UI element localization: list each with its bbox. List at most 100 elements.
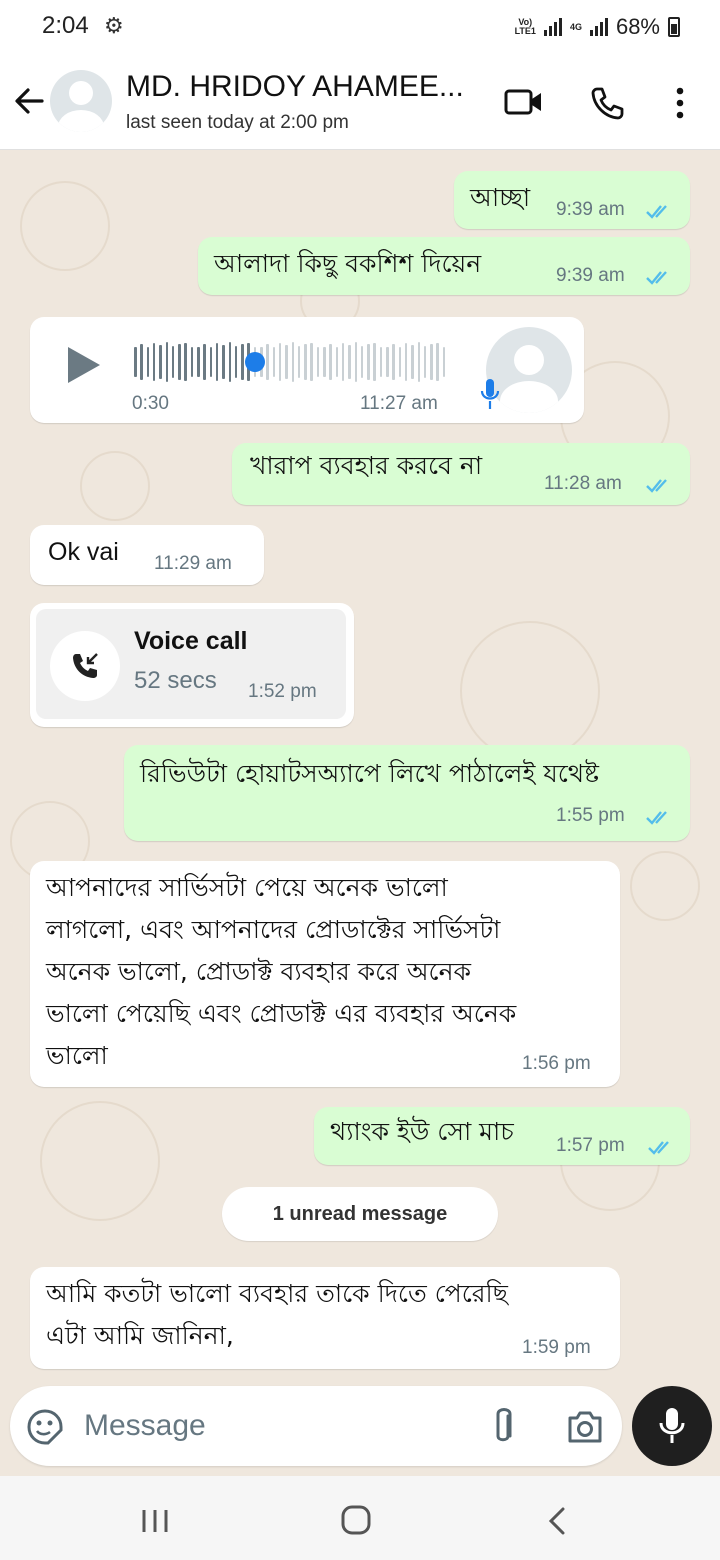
battery-icon — [668, 17, 680, 37]
waveform-bar — [203, 344, 206, 380]
message-time: 11:28 am — [544, 473, 622, 494]
message-bubble-outgoing[interactable]: খারাপ ব্যবহার করবে না 11:28 am — [232, 443, 690, 505]
waveform-bar — [404, 343, 408, 381]
message-line: লাগলো, এবং আপনাদের প্রোডাক্টের সার্ভিসটা — [46, 915, 501, 944]
waveform-bar — [310, 343, 313, 381]
waveform-bar — [354, 342, 358, 382]
waveform-bar — [335, 347, 339, 377]
call-title: Voice call — [134, 627, 248, 655]
chat-header: MD. HRIDOY AHAMEE... last seen today at … — [0, 56, 720, 150]
read-receipt-icon — [646, 205, 667, 219]
message-time: 9:39 am — [556, 265, 625, 286]
read-receipt-icon — [646, 479, 667, 493]
waveform-bar — [373, 343, 376, 381]
message-time: 9:39 am — [556, 199, 625, 220]
message-time: 1:56 pm — [522, 1053, 591, 1074]
waveform-bar — [297, 346, 301, 378]
message-bubble-outgoing[interactable]: থ্যাংক ইউ সো মাচ 1:57 pm — [314, 1107, 690, 1165]
voice-call-bubble[interactable]: Voice call 52 secs 1:52 pm — [30, 603, 354, 727]
volte-indicator: Vo) LTE1 — [515, 18, 536, 36]
status-time: 2:04 — [42, 12, 89, 39]
message-line: অনেক ভালো, প্রোডাক্ট ব্যবহার করে অনেক — [46, 957, 471, 986]
waveform-bar — [146, 347, 150, 377]
attach-icon[interactable] — [490, 1406, 516, 1448]
waveform-bar — [140, 344, 143, 380]
voice-message-bubble[interactable]: 0:30 11:27 am — [30, 317, 584, 423]
back-nav-icon[interactable] — [546, 1506, 568, 1536]
recent-apps-icon[interactable] — [140, 1508, 170, 1534]
contact-name[interactable]: MD. HRIDOY AHAMEE... — [126, 70, 464, 104]
waveform-bar — [411, 345, 414, 379]
message-bubble-outgoing[interactable]: আচ্ছা 9:39 am — [454, 171, 690, 229]
waveform-bar — [386, 347, 389, 377]
message-text: আলাদা কিছু বকশিশ দিয়েন — [214, 249, 482, 278]
last-seen-status: last seen today at 2:00 pm — [126, 112, 349, 133]
missed-call-icon — [50, 631, 120, 701]
emoji-sticker-icon[interactable] — [26, 1408, 64, 1446]
message-line: আপনাদের সার্ভিসটা পেয়ে অনেক ভালো — [46, 873, 448, 902]
waveform-bar — [278, 343, 282, 381]
battery-percent: 68% — [615, 14, 660, 39]
waveform-bar — [379, 347, 383, 377]
network-type: 4G — [569, 21, 582, 32]
status-bar: 2:04 ⚙ Vo) LTE1 4G 68% — [0, 0, 720, 56]
message-bubble-incoming[interactable]: Ok vai 11:29 am — [30, 525, 264, 585]
message-time: 1:57 pm — [556, 1135, 625, 1156]
waveform-bar — [360, 346, 364, 378]
unread-messages-banner: 1 unread message — [222, 1187, 498, 1241]
phone-icon[interactable] — [590, 86, 624, 120]
camera-icon[interactable] — [566, 1410, 604, 1444]
message-time: 1:52 pm — [248, 681, 317, 702]
lte-text: LTE1 — [514, 26, 536, 36]
waveform-bar — [209, 347, 213, 377]
read-receipt-icon — [646, 271, 667, 285]
message-line: ভালো পেয়েছি এবং প্রোডাক্ট এর ব্যবহার অন… — [46, 999, 517, 1028]
voice-record-button[interactable] — [632, 1386, 712, 1466]
settings-gear-icon: ⚙ — [104, 14, 124, 39]
play-icon[interactable] — [66, 345, 102, 385]
voice-duration: 0:30 — [132, 393, 169, 414]
waveform-bar — [423, 346, 427, 378]
status-indicators: Vo) LTE1 4G 68% — [515, 14, 680, 40]
read-receipt-icon — [646, 811, 667, 825]
message-text: থ্যাংক ইউ সো মাচ — [330, 1117, 514, 1146]
waveform-bar — [165, 342, 169, 382]
back-arrow-icon[interactable] — [12, 84, 46, 118]
call-duration: 52 secs — [134, 667, 217, 694]
message-time: 1:59 pm — [522, 1337, 591, 1358]
message-bubble-outgoing[interactable]: আলাদা কিছু বকশিশ দিয়েন 9:39 am — [198, 237, 690, 295]
waveform-bar — [323, 347, 326, 377]
waveform-bar — [285, 345, 288, 379]
contact-avatar[interactable] — [50, 70, 112, 132]
mic-icon — [480, 379, 500, 409]
waveform-bar — [367, 344, 370, 380]
signal-icon — [543, 18, 562, 36]
message-input[interactable] — [84, 1404, 464, 1448]
waveform-bar — [197, 347, 200, 377]
waveform-bar — [178, 344, 181, 380]
waveform-bar — [316, 347, 320, 377]
more-vertical-icon[interactable] — [672, 86, 688, 120]
waveform-bar — [272, 347, 276, 377]
message-bubble-incoming[interactable]: আপনাদের সার্ভিসটা পেয়ে অনেক ভালো লাগলো,… — [30, 861, 620, 1087]
waveform-bar — [442, 347, 446, 377]
waveform-bar — [329, 344, 332, 380]
call-card[interactable]: Voice call 52 secs 1:52 pm — [36, 609, 346, 719]
system-navigation-bar — [0, 1476, 720, 1560]
waveform-bar — [159, 345, 162, 379]
waveform-progress-knob[interactable] — [244, 352, 265, 372]
waveform-bar — [228, 342, 232, 382]
waveform-bar — [392, 344, 395, 380]
waveform-bar — [266, 344, 269, 380]
video-call-icon[interactable] — [504, 88, 544, 116]
message-time: 1:55 pm — [556, 805, 625, 826]
chat-area[interactable]: আচ্ছা 9:39 am আলাদা কিছু বকশিশ দিয়েন 9:… — [0, 151, 720, 1386]
message-bubble-incoming[interactable]: আমি কতটা ভালো ব্যবহার তাকে দিতে পেরেছি এ… — [30, 1267, 620, 1369]
message-bubble-outgoing[interactable]: রিভিউটা হোয়াটসঅ্যাপে লিখে পাঠালেই যথেষ্… — [124, 745, 690, 841]
message-text: আচ্ছা — [470, 183, 531, 212]
home-icon[interactable] — [340, 1504, 372, 1536]
waveform-bar — [436, 343, 439, 381]
message-time: 11:27 am — [360, 393, 438, 414]
voice-waveform[interactable] — [134, 341, 454, 383]
waveform-bar — [341, 343, 345, 381]
